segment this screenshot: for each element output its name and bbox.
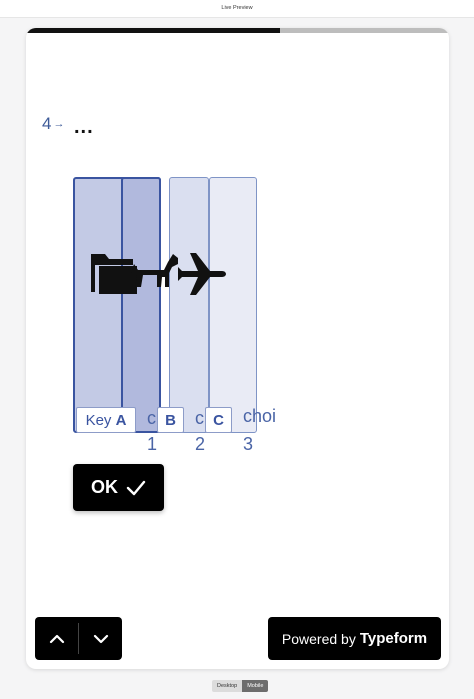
question-number-text: 4	[42, 114, 52, 133]
progress-fill	[26, 28, 280, 33]
choice-c-label-1: c	[195, 408, 204, 428]
choice-b-label-1: c	[147, 408, 156, 428]
dog-icon	[131, 254, 178, 287]
ok-button[interactable]: OK	[73, 464, 164, 511]
choice-d-label-2: 3	[243, 434, 254, 454]
question-navigation	[35, 617, 122, 660]
mobile-toggle[interactable]: Mobile	[242, 680, 269, 692]
question-number: 4 →	[42, 114, 64, 134]
next-question-button[interactable]	[79, 617, 122, 660]
choice-c-label-2: 2	[195, 434, 206, 454]
airplane-icon	[178, 253, 226, 295]
chevron-down-icon	[93, 634, 108, 643]
previous-question-button[interactable]	[35, 617, 78, 660]
key-prefix: Key	[85, 412, 112, 429]
ok-button-label: OK	[91, 477, 118, 497]
desktop-toggle[interactable]: Desktop	[212, 680, 243, 692]
key-a: A	[115, 412, 127, 429]
window-title-bar: Live Preview	[0, 0, 474, 18]
choice-d-label-1: choi	[243, 406, 277, 426]
key-a-hint: Key A	[76, 407, 136, 433]
choice-b[interactable]	[121, 177, 161, 433]
window-title: Live Preview	[221, 5, 253, 11]
choice-b-label-2: 1	[147, 434, 158, 454]
key-b: B	[165, 412, 176, 429]
key-c: C	[213, 412, 224, 429]
powered-by-text: Powered by	[281, 630, 356, 647]
key-b-hint: B	[157, 407, 184, 433]
choice-group: Key A B C c 1 c 2 choi 3	[73, 177, 276, 454]
checkmark-icon	[126, 480, 146, 495]
choice-d[interactable]	[209, 177, 257, 433]
choice-icons	[88, 247, 230, 299]
device-toggle: Desktop Mobile	[212, 680, 269, 692]
arrow-right-icon: →	[53, 118, 65, 130]
question-title: ...	[74, 116, 94, 138]
key-c-hint: C	[205, 407, 232, 433]
typeform-brand: Typeform	[359, 630, 428, 647]
progress-bar	[26, 28, 449, 33]
form-card: 4 → ... Key A B C c 1 c 2 choi 3 OK Powe…	[26, 28, 449, 669]
chevron-up-icon	[49, 634, 64, 643]
powered-by-typeform-link[interactable]: Powered by Typeform	[268, 617, 441, 660]
choice-c[interactable]	[169, 177, 209, 433]
